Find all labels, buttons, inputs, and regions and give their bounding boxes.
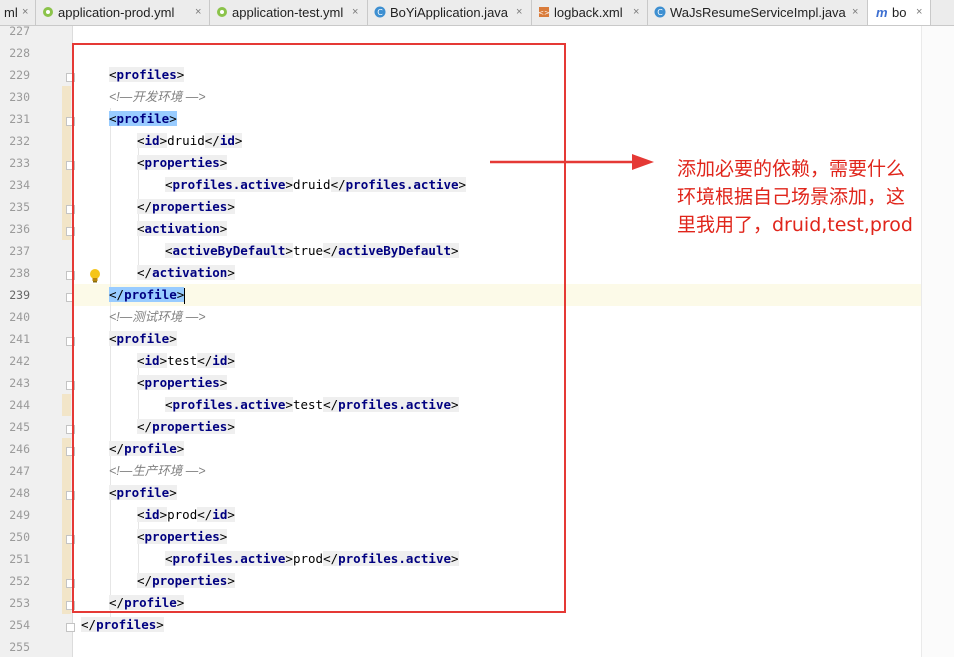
tab-bo-pom[interactable]: m bo ×: [868, 0, 931, 25]
tab-label: WaJsResumeServiceImpl.java: [670, 5, 846, 20]
line-number: 243: [9, 376, 30, 390]
close-icon[interactable]: ×: [352, 0, 358, 25]
line-number: 232: [9, 134, 30, 148]
close-icon[interactable]: ×: [852, 0, 858, 25]
tab-label: application-test.yml: [232, 5, 344, 20]
line-number: 236: [9, 222, 30, 236]
line-number: 251: [9, 552, 30, 566]
line-number: 250: [9, 530, 30, 544]
line-number: 239: [9, 288, 30, 302]
line-number: 229: [9, 68, 30, 82]
line-number: 253: [9, 596, 30, 610]
change-marker: [62, 394, 71, 416]
svg-text:C: C: [377, 8, 383, 17]
line-number: 245: [9, 420, 30, 434]
yaml-icon: [43, 7, 53, 17]
tab-application-test[interactable]: application-test.yml ×: [210, 0, 368, 25]
annotation-line: 环境根据自己场景添加，这: [677, 186, 906, 208]
annotation-line: 添加必要的依赖，需要什么: [677, 158, 906, 180]
annotation-arrow-icon: [490, 154, 654, 170]
xml-icon: <>: [538, 7, 550, 17]
tag-name: profiles: [96, 617, 157, 632]
line-number: 240: [9, 310, 30, 324]
code-line-254: </profiles>: [81, 617, 164, 632]
editor-tab-bar: ml × application-prod.yml × application-…: [0, 0, 954, 26]
line-number: 247: [9, 464, 30, 478]
line-number: 254: [9, 618, 30, 632]
tab-label: logback.xml: [554, 5, 623, 20]
line-number: 241: [9, 332, 30, 346]
line-number: 249: [9, 508, 30, 522]
line-number: 242: [9, 354, 30, 368]
line-number: 227: [9, 24, 30, 38]
line-number: 244: [9, 398, 30, 412]
maven-icon: m: [876, 5, 888, 20]
tab-logback[interactable]: <> logback.xml ×: [532, 0, 648, 25]
yaml-icon: [217, 7, 227, 17]
line-number: 248: [9, 486, 30, 500]
line-number: 235: [9, 200, 30, 214]
line-number: 228: [9, 46, 30, 60]
editor-scrollbar[interactable]: [921, 26, 954, 657]
line-number: 246: [9, 442, 30, 456]
svg-text:<>: <>: [538, 9, 550, 17]
close-icon[interactable]: ×: [633, 0, 639, 25]
tab-application-prod[interactable]: application-prod.yml ×: [36, 0, 210, 25]
annotation-line: 里我用了，druid,test,prod: [677, 214, 913, 236]
line-number: 233: [9, 156, 30, 170]
line-number: 230: [9, 90, 30, 104]
svg-text:C: C: [657, 8, 663, 17]
close-icon[interactable]: ×: [516, 0, 522, 25]
annotation-highlight-box: [72, 43, 566, 613]
close-icon[interactable]: ×: [916, 0, 922, 25]
line-number: 255: [9, 640, 30, 654]
java-class-icon: C: [374, 6, 386, 18]
line-number: 252: [9, 574, 30, 588]
line-number: 234: [9, 178, 30, 192]
tab-boyiapplication[interactable]: C BoYiApplication.java ×: [368, 0, 532, 25]
line-number: 238: [9, 266, 30, 280]
annotation-text: 添加必要的依赖，需要什么 环境根据自己场景添加，这 里我用了，druid,tes…: [677, 155, 937, 239]
java-class-icon: C: [654, 6, 666, 18]
line-number: 237: [9, 244, 30, 258]
tab-label: application-prod.yml: [58, 5, 175, 20]
tab-label: BoYiApplication.java: [390, 5, 509, 20]
tab-wajsresumeserviceimpl[interactable]: C WaJsResumeServiceImpl.java ×: [648, 0, 868, 25]
tab-label: bo: [892, 5, 907, 20]
close-icon[interactable]: ×: [195, 0, 201, 25]
line-number: 231: [9, 112, 30, 126]
editor-gutter: 227 228 229 230 231 232 233 234 235 236 237 238 239 2…: [0, 24, 75, 657]
